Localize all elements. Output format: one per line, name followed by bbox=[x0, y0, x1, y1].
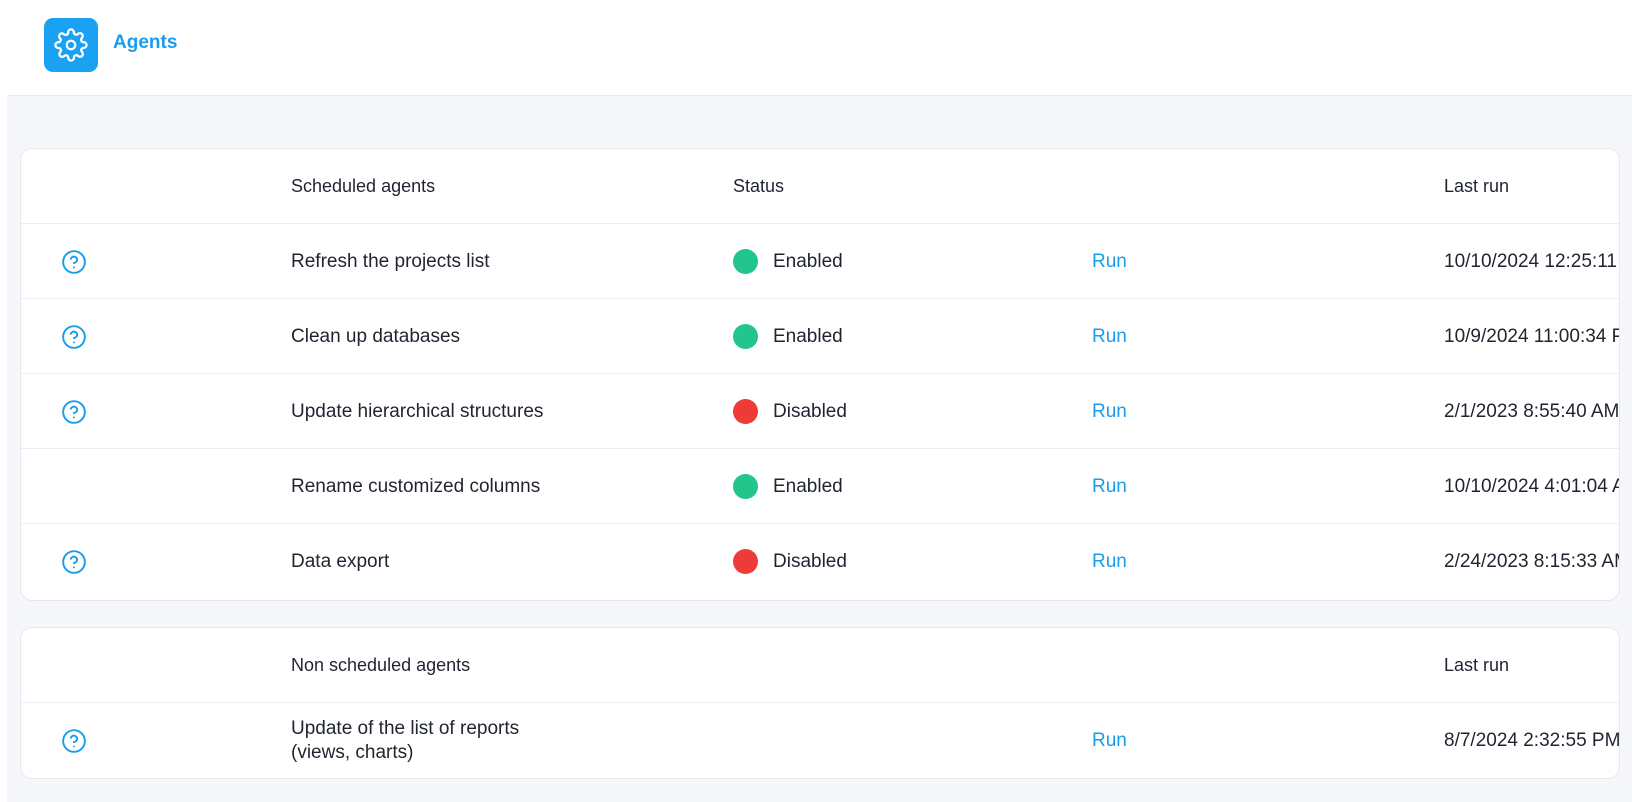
agent-name: Data export bbox=[291, 550, 390, 572]
help-circle-icon[interactable] bbox=[61, 549, 87, 575]
run-link[interactable]: Run bbox=[1092, 730, 1127, 752]
last-run-value: 10/10/2024 4:01:04 AM bbox=[1444, 475, 1619, 497]
status-dot-icon bbox=[733, 249, 758, 274]
help-button[interactable] bbox=[61, 703, 95, 778]
last-run-value: 2/24/2023 8:15:33 AM bbox=[1444, 550, 1620, 572]
table-row: Rename customized columns Enabled Run 10… bbox=[21, 449, 1619, 524]
table-row: Data export Disabled Run 2/24/2023 8:15:… bbox=[21, 524, 1619, 599]
run-link[interactable]: Run bbox=[1092, 401, 1127, 423]
run-link[interactable]: Run bbox=[1092, 476, 1127, 498]
scheduled-agents-table: Scheduled agents Status Last run Refresh… bbox=[20, 148, 1620, 601]
column-header-last-run: Last run bbox=[1444, 655, 1510, 675]
last-run-value: 8/7/2024 2:32:55 PM bbox=[1444, 729, 1620, 751]
agent-name: Rename customized columns bbox=[291, 475, 541, 497]
status-cell: Disabled bbox=[733, 374, 847, 449]
non-scheduled-agents-table: Non scheduled agents Last run Update of … bbox=[20, 627, 1620, 779]
status-dot-icon bbox=[733, 549, 758, 574]
run-link[interactable]: Run bbox=[1092, 251, 1127, 273]
help-button[interactable] bbox=[61, 299, 95, 374]
help-button[interactable] bbox=[61, 224, 95, 299]
last-run-value: 10/9/2024 11:00:34 PM bbox=[1444, 325, 1619, 347]
help-circle-icon[interactable] bbox=[61, 324, 87, 350]
table-header-row: Scheduled agents Status Last run bbox=[21, 149, 1619, 224]
table-header-row: Non scheduled agents Last run bbox=[21, 628, 1619, 703]
agent-name-line1: Update of the list of reports bbox=[291, 717, 520, 739]
status-dot-icon bbox=[733, 324, 758, 349]
column-header-scheduled-agents: Scheduled agents bbox=[291, 176, 436, 196]
last-run-value: 10/10/2024 12:25:11 PM bbox=[1444, 250, 1619, 272]
top-bar: Agents bbox=[7, 0, 1632, 96]
help-button[interactable] bbox=[61, 524, 95, 599]
status-dot-icon bbox=[733, 474, 758, 499]
agent-name: Refresh the projects list bbox=[291, 250, 490, 272]
status-label: Enabled bbox=[773, 325, 843, 347]
run-link[interactable]: Run bbox=[1092, 326, 1127, 348]
run-link[interactable]: Run bbox=[1092, 551, 1127, 573]
status-label: Disabled bbox=[773, 400, 847, 422]
help-circle-icon[interactable] bbox=[61, 399, 87, 425]
status-label: Enabled bbox=[773, 250, 843, 272]
table-row: Clean up databases Enabled Run 10/9/2024… bbox=[21, 299, 1619, 374]
gear-icon bbox=[54, 28, 88, 62]
help-button[interactable] bbox=[61, 374, 95, 449]
status-dot-icon bbox=[733, 399, 758, 424]
table-row: Update hierarchical structures Disabled … bbox=[21, 374, 1619, 449]
status-cell: Enabled bbox=[733, 449, 843, 524]
agent-name: Update of the list of reports (views, ch… bbox=[291, 703, 591, 778]
status-cell: Enabled bbox=[733, 224, 843, 299]
status-label: Disabled bbox=[773, 550, 847, 572]
column-header-non-scheduled-agents: Non scheduled agents bbox=[291, 655, 471, 675]
table-row: Refresh the projects list Enabled Run 10… bbox=[21, 224, 1619, 299]
agent-name: Update hierarchical structures bbox=[291, 400, 544, 422]
page-title[interactable]: Agents bbox=[113, 32, 177, 54]
status-label: Enabled bbox=[773, 475, 843, 497]
agent-name-line2: (views, charts) bbox=[291, 741, 414, 763]
last-run-value: 2/1/2023 8:55:40 AM bbox=[1444, 400, 1620, 422]
status-cell: Disabled bbox=[733, 524, 847, 599]
status-cell: Enabled bbox=[733, 299, 843, 374]
app-window: Agents Scheduled agents Status Last run … bbox=[7, 0, 1632, 802]
column-header-status: Status bbox=[733, 176, 785, 196]
help-circle-icon[interactable] bbox=[61, 728, 87, 754]
help-circle-icon[interactable] bbox=[61, 249, 87, 275]
agent-name: Clean up databases bbox=[291, 325, 461, 347]
table-row: Update of the list of reports (views, ch… bbox=[21, 703, 1619, 778]
column-header-last-run: Last run bbox=[1444, 176, 1510, 196]
app-logo[interactable] bbox=[44, 18, 98, 72]
